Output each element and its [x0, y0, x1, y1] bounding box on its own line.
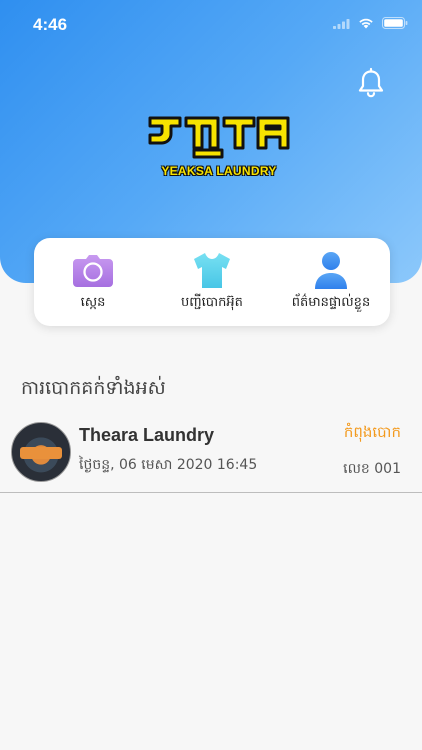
- section-title: ការបោកគក់ទាំងអស់: [21, 377, 166, 399]
- order-date: ថ្ងៃចន្ទ, 06 មេសា 2020 16:45: [79, 457, 258, 473]
- menu-label-profile: ព័ត៌មានផ្ទាល់ខ្លួន: [291, 295, 371, 310]
- logo-wordmark: YEAKSA LAUNDRY: [161, 164, 277, 178]
- menu-item-laundry-list[interactable]: បញ្ជីបោកអ៊ុត: [153, 238, 271, 326]
- tshirt-icon: [194, 253, 230, 288]
- app-logo: YEAKSA LAUNDRY: [146, 112, 292, 182]
- menu-label-laundry-list: បញ្ជីបោកអ៊ុត: [181, 295, 243, 310]
- order-status: កំពុងបោក: [343, 423, 401, 441]
- logo-mark: [148, 116, 290, 159]
- profile-icon: [315, 252, 347, 289]
- shop-avatar: [11, 422, 71, 482]
- status-time: 4:46: [33, 15, 68, 34]
- order-row[interactable]: Theara Laundry ថ្ងៃចន្ទ, 06 មេសា 2020 16…: [0, 412, 422, 493]
- wifi-icon: [359, 18, 373, 29]
- bell-icon[interactable]: [354, 66, 388, 100]
- order-number: លេខ 001: [343, 461, 401, 477]
- battery-icon: [382, 17, 408, 29]
- menu-item-profile[interactable]: ព័ត៌មានផ្ទាល់ខ្លួន: [272, 238, 390, 326]
- menu-item-scan[interactable]: ស្កេន: [34, 238, 152, 326]
- menu-label-scan: ស្កេន: [80, 295, 106, 310]
- status-icons: [333, 16, 408, 30]
- signal-icon: [333, 18, 350, 29]
- quick-menu-card: ស្កេន បញ្ជីបោកអ៊ុត ព័ត៌មានផ្ទាល់ខ្លួន: [34, 238, 390, 326]
- camera-icon: [73, 255, 113, 287]
- shop-name: Theara Laundry: [79, 425, 215, 445]
- status-bar: 4:46: [0, 0, 422, 44]
